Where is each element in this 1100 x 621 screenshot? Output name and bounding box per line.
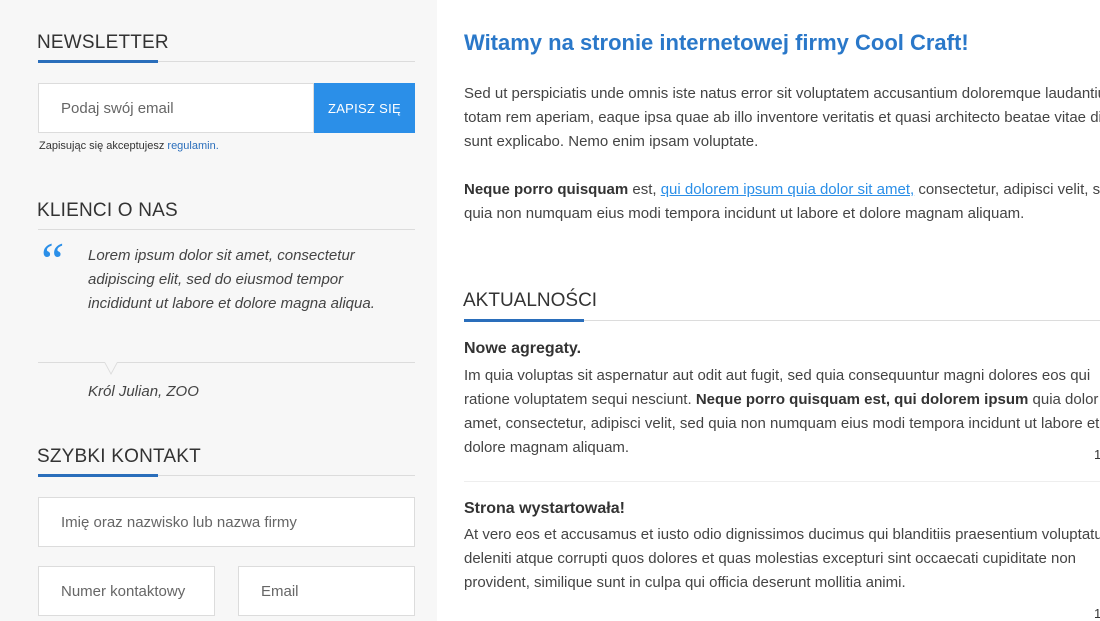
second-paragraph-link[interactable]: qui dolorem ipsum quia dolor sit amet, <box>661 181 914 198</box>
news-item-bold: Neque porro quisquam est, qui dolorem ip… <box>695 391 1029 408</box>
testimonial-pointer <box>104 362 118 375</box>
newsletter-accent <box>38 60 158 63</box>
contact-name-input[interactable] <box>38 497 415 547</box>
news-item-text: Im quia voluptas sit aspernatur aut odit… <box>464 364 1100 460</box>
intro-paragraph: Sed ut perspiciatis unde omnis iste natu… <box>464 85 1100 150</box>
subscribe-button[interactable]: ZAPISZ SIĘ <box>314 83 415 133</box>
testimonials-divider <box>38 229 415 230</box>
terms-link[interactable]: regulamin. <box>167 140 218 152</box>
newsletter-email-input[interactable] <box>38 83 314 133</box>
testimonial-author: Król Julian, ZOO <box>88 383 199 400</box>
contact-email-input[interactable] <box>238 566 415 616</box>
testimonial-divider <box>38 362 415 363</box>
newsletter-terms: Zapisując się akceptujesz regulamin. <box>39 140 219 152</box>
news-item-title[interactable]: Nowe agregaty. <box>464 340 581 358</box>
newsletter-title: NEWSLETTER <box>37 32 169 53</box>
quick-contact-accent <box>38 474 158 477</box>
terms-text: Zapisując się akceptujesz <box>39 140 168 152</box>
news-accent <box>464 319 584 322</box>
testimonials-title: KLIENCI O NAS <box>37 200 178 221</box>
second-paragraph: Neque porro quisquam est, qui dolorem ip… <box>464 178 1100 226</box>
quick-contact-title: SZYBKI KONTAKT <box>37 446 201 467</box>
testimonial-quote: Lorem ipsum dolor sit amet, consectetur … <box>88 247 375 312</box>
second-paragraph-bold: Neque porro quisquam <box>464 181 629 198</box>
news-item-title[interactable]: Strona wystartowała! <box>464 500 625 518</box>
news-item-text: At vero eos et accusamus et iusto odio d… <box>464 526 1100 591</box>
sidebar: NEWSLETTER ZAPISZ SIĘ Zapisując się akce… <box>0 0 437 621</box>
news-item-date: 1 <box>1094 447 1100 462</box>
quote-icon: “ <box>36 233 65 290</box>
news-separator <box>464 481 1100 482</box>
contact-phone-input[interactable] <box>38 566 215 616</box>
second-paragraph-text1: est, <box>628 181 661 198</box>
news-item-date: 1 <box>1094 606 1100 621</box>
news-section-title: AKTUALNOŚCI <box>463 290 598 311</box>
page-title: Witamy na stronie internetowej firmy Coo… <box>464 30 969 55</box>
